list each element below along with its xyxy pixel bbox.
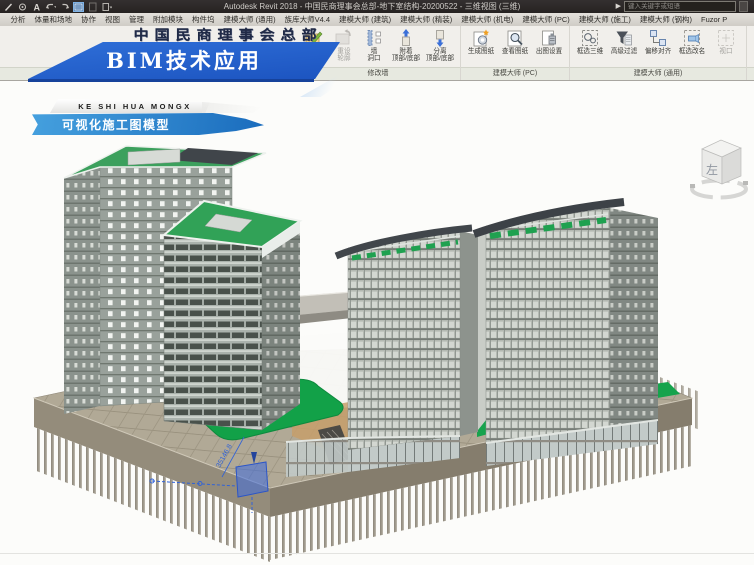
section-box-icon[interactable] (73, 2, 84, 12)
search-collapse-arrow[interactable]: ▶ (616, 3, 621, 10)
reset-profile-button[interactable]: 重设 轮廓 (329, 27, 359, 63)
generate-sheets-button[interactable]: 生成图纸 (464, 27, 498, 55)
offset-align-button[interactable]: 偏移对齐 (641, 27, 675, 55)
view-sheets-icon (505, 28, 525, 48)
search-side-icon[interactable] (739, 1, 748, 12)
drawing-area[interactable]: 35146.8 左 (0, 80, 754, 565)
tower-a-penthouse (128, 149, 180, 165)
edit-profile-icon (304, 28, 324, 48)
viewcube[interactable]: 左 (690, 140, 748, 198)
tab-master-arch[interactable]: 建模大师 (建筑) (335, 14, 396, 25)
undo-icon[interactable] (45, 2, 56, 12)
tab-family-master[interactable]: 族库大师V4.4 (280, 14, 334, 25)
text-icon[interactable]: A (31, 2, 42, 12)
viewport-icon (716, 28, 736, 48)
ribbon-tab-row: 分析 体量和场地 协作 视图 管理 附加模块 构件坞 建模大师 (通用) 族库大… (0, 13, 754, 26)
sheet-settings-button[interactable]: 出图设置 (532, 27, 566, 55)
edit-profile-button[interactable]: 编辑 轮廓 (299, 27, 329, 63)
tab-fuzor[interactable]: Fuzor P (697, 15, 732, 24)
tower-c-podium-wrap (286, 438, 348, 477)
reset-profile-icon (334, 28, 354, 48)
wall-opening-button[interactable]: 墙 洞口 (359, 27, 389, 63)
title-bar: A Autodesk Revit 2018 - 中国民商理事会总部-地下室结构-… (0, 0, 754, 13)
sheet-settings-icon (539, 28, 559, 48)
tab-master-finish[interactable]: 建模大师 (精装) (396, 14, 457, 25)
offset-align-icon (648, 28, 668, 48)
wall-opening-icon (364, 28, 384, 48)
tower-d[interactable] (474, 202, 658, 466)
advanced-filter-icon (614, 28, 634, 48)
ribbon: 编辑 轮廓 重设 轮廓 墙 洞口 附着 顶部/底部 (0, 26, 754, 81)
tab-view[interactable]: 视图 (101, 14, 125, 25)
tab-addins[interactable]: 附加模块 (149, 14, 188, 25)
tab-component-dock[interactable]: 构件坞 (188, 14, 220, 25)
tab-master-mep[interactable]: 建模大师 (机电) (457, 14, 518, 25)
panel-label-master-pc: 建模大师 (PC) (461, 67, 569, 80)
svg-text:A: A (33, 2, 40, 12)
viewport-button[interactable]: 视口 (709, 27, 743, 55)
dropdown-icon[interactable] (101, 2, 112, 12)
model-3d-view[interactable]: 35146.8 左 (0, 80, 754, 565)
redo-icon[interactable] (59, 2, 70, 12)
tab-collaborate[interactable]: 协作 (77, 14, 101, 25)
panel-master-general: 框选三维 高级过滤 偏移对齐 框选改名 视口 (570, 26, 747, 80)
attach-top-bottom-icon (396, 28, 416, 48)
tab-master-steel[interactable]: 建模大师 (钢构) (635, 14, 696, 25)
panel-label-master-general: 建模大师 (通用) (570, 67, 746, 80)
view-sheets-button[interactable]: 查看图纸 (498, 27, 532, 55)
tower-b[interactable] (164, 201, 300, 430)
panel-master-pc: 生成图纸 查看图纸 出图设置 建模大师 (PC) (461, 26, 570, 80)
quick-access-toolbar[interactable]: A (3, 1, 112, 12)
tab-manage[interactable]: 管理 (125, 14, 149, 25)
tab-master-pc[interactable]: 建模大师 (PC) (518, 14, 575, 25)
panel-label-modify-wall: 修改墙 (296, 67, 460, 80)
box-select-3d-icon (580, 28, 600, 48)
detach-top-bottom-icon (430, 28, 450, 48)
viewcube-face-label: 左 (706, 162, 718, 177)
tab-master-general[interactable]: 建模大师 (通用) (219, 14, 280, 25)
box-select-3d-button[interactable]: 框选三维 (573, 27, 607, 55)
tab-analyze[interactable]: 分析 (6, 14, 30, 25)
search-input[interactable] (624, 1, 736, 12)
tab-massing-site[interactable]: 体量和场地 (30, 14, 77, 25)
detach-top-bottom-button[interactable]: 分离 顶部/底部 (423, 27, 457, 63)
box-rename-button[interactable]: 框选改名 (675, 27, 709, 55)
advanced-filter-button[interactable]: 高级过滤 (607, 27, 641, 55)
box-rename-icon (682, 28, 702, 48)
sheet-icon[interactable] (87, 2, 98, 12)
generate-sheets-icon (471, 28, 491, 48)
panel-modify-wall: 编辑 轮廓 重设 轮廓 墙 洞口 附着 顶部/底部 (296, 26, 461, 80)
canvas-bottom-line (0, 553, 754, 554)
measure-icon[interactable] (17, 2, 28, 12)
marker-icon[interactable] (3, 2, 14, 12)
window-title: Autodesk Revit 2018 - 中国民商理事会总部-地下室结构-20… (140, 0, 604, 13)
attach-top-bottom-button[interactable]: 附着 顶部/底部 (389, 27, 423, 63)
tab-master-construction[interactable]: 建模大师 (施工) (574, 14, 635, 25)
tower-gap (478, 226, 486, 430)
